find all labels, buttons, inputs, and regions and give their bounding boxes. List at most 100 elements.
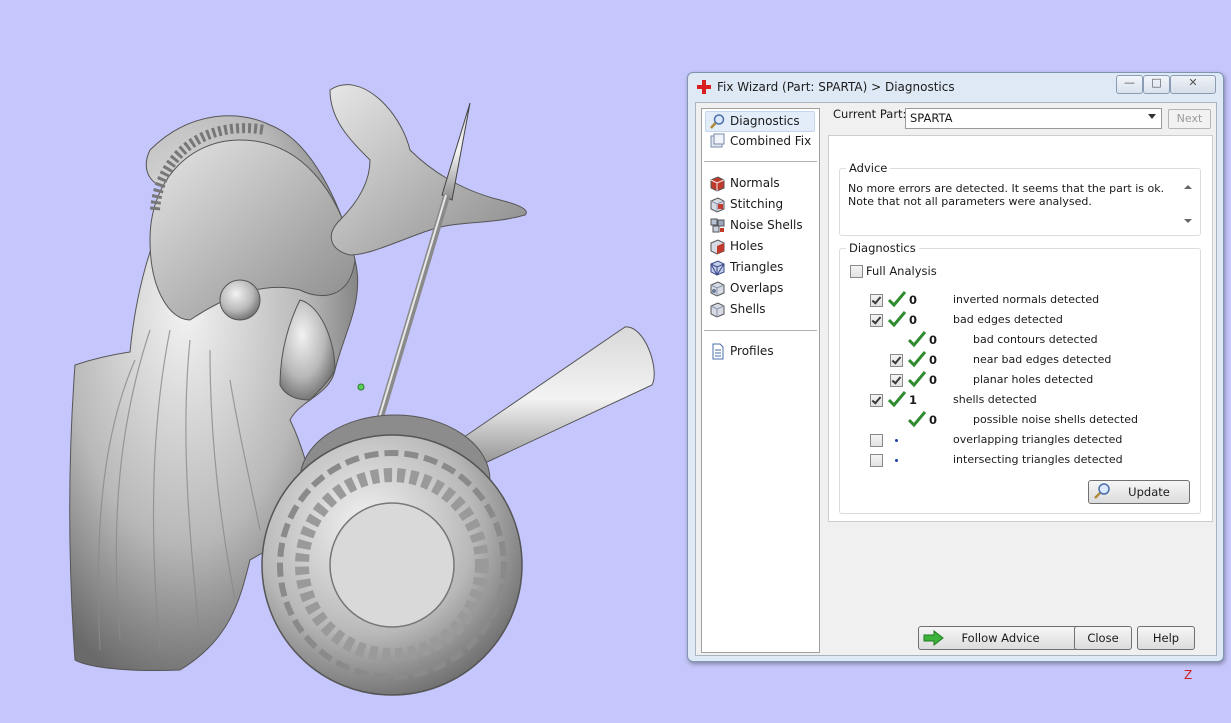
- stitching-cube-icon: [710, 197, 725, 213]
- nav-item-holes[interactable]: Holes: [706, 237, 814, 256]
- maximize-button[interactable]: □: [1143, 75, 1170, 94]
- nav-item-noise-shells[interactable]: Noise Shells: [706, 216, 814, 235]
- diagnostic-label: bad contours detected: [973, 333, 1098, 346]
- diagnostic-count: 0: [929, 353, 938, 367]
- nav-item-profiles[interactable]: Profiles: [706, 342, 814, 361]
- triangles-cube-icon: [710, 260, 725, 276]
- holes-cube-icon: [710, 239, 725, 255]
- diagnostic-count: 0: [929, 413, 938, 427]
- close-icon: ✕: [1188, 76, 1198, 89]
- nav-label: Noise Shells: [730, 218, 803, 232]
- diagnostic-checkbox[interactable]: [890, 374, 903, 387]
- follow-advice-label: Follow Advice: [961, 631, 1040, 645]
- document-icon: [712, 343, 724, 360]
- diagnostic-row: 0 bad contours detected: [840, 331, 1200, 348]
- diagnostic-count: 1: [909, 393, 918, 407]
- nav-item-normals[interactable]: Normals: [706, 174, 814, 193]
- diagnostic-row: 1 shells detected: [840, 391, 1200, 408]
- diagnostics-group: Diagnostics Full Analysis 0 inverted norm…: [839, 241, 1201, 514]
- current-part-label: Current Part:: [833, 107, 907, 121]
- scroll-up-icon[interactable]: [1184, 185, 1192, 189]
- diagnostic-label: inverted normals detected: [953, 293, 1100, 306]
- diagnostic-label: intersecting triangles detected: [953, 453, 1123, 466]
- nav-label: Triangles: [730, 260, 784, 274]
- diagnostic-checkbox[interactable]: [870, 394, 883, 407]
- advice-text: No more errors are detected. It seems th…: [848, 182, 1165, 208]
- nav-item-triangles[interactable]: Triangles: [706, 258, 814, 277]
- update-label: Update: [1128, 485, 1170, 499]
- nav-item-overlaps[interactable]: Overlaps: [706, 279, 814, 298]
- wizard-nav-list: Diagnostics Combined Fix Normals Stitchi…: [701, 108, 820, 653]
- diagnostics-title: Diagnostics: [846, 241, 919, 255]
- scroll-down-icon[interactable]: [1184, 219, 1192, 223]
- diagnostic-row: 0 bad edges detected: [840, 311, 1200, 328]
- diagnostic-row: intersecting triangles detected: [840, 452, 1200, 468]
- pending-dot-icon: [895, 459, 898, 462]
- nav-item-stitching[interactable]: Stitching: [706, 195, 814, 214]
- nav-label: Diagnostics: [730, 114, 800, 128]
- diagnostic-checkbox[interactable]: [890, 354, 903, 367]
- diagnostic-row: 0 near bad edges detected: [840, 351, 1200, 368]
- green-check-icon: [908, 371, 926, 388]
- overlaps-cube-icon: [710, 281, 725, 297]
- help-button[interactable]: Help: [1137, 626, 1195, 650]
- green-check-icon: [908, 411, 926, 428]
- diagnostic-checkbox[interactable]: [870, 434, 883, 447]
- advice-scrollbar[interactable]: [1182, 181, 1194, 227]
- diagnostic-checkbox[interactable]: [870, 294, 883, 307]
- current-part-select[interactable]: SPARTA: [905, 108, 1162, 129]
- diagnostic-checkbox[interactable]: [870, 314, 883, 327]
- update-button[interactable]: Update: [1088, 480, 1190, 504]
- normals-cube-icon: [710, 176, 725, 192]
- full-analysis-row[interactable]: Full Analysis: [840, 263, 1200, 279]
- combined-fix-icon: [710, 133, 725, 148]
- current-part-value: SPARTA: [910, 111, 953, 125]
- diagnostic-label: possible noise shells detected: [973, 413, 1139, 426]
- nav-item-shells[interactable]: Shells: [706, 300, 814, 319]
- diagnostic-count: 0: [929, 373, 938, 387]
- red-cross-icon: [697, 80, 711, 94]
- pending-dot-icon: [895, 439, 898, 442]
- green-check-icon: [908, 331, 926, 348]
- window-title: Fix Wizard (Part: SPARTA) > Diagnostics: [717, 80, 955, 94]
- nav-item-combined-fix[interactable]: Combined Fix: [706, 132, 814, 151]
- minimize-button[interactable]: —: [1116, 75, 1143, 94]
- noise-shells-icon: [710, 218, 725, 233]
- close-label: Close: [1087, 631, 1119, 645]
- nav-label: Shells: [730, 302, 766, 316]
- title-bar[interactable]: Fix Wizard (Part: SPARTA) > Diagnostics …: [688, 73, 1223, 101]
- diagnostic-checkbox[interactable]: [870, 454, 883, 467]
- nav-separator: [704, 330, 817, 331]
- chevron-down-icon: [1148, 114, 1156, 119]
- advice-title: Advice: [846, 161, 891, 175]
- diagnostic-count: 0: [929, 333, 938, 347]
- nav-label: Normals: [730, 176, 780, 190]
- axis-z-label: Z: [1184, 668, 1193, 682]
- diagnostic-row: overlapping triangles detected: [840, 432, 1200, 448]
- close-window-button[interactable]: ✕: [1170, 75, 1216, 94]
- fix-wizard-window[interactable]: Fix Wizard (Part: SPARTA) > Diagnostics …: [687, 72, 1224, 662]
- nav-separator: [704, 161, 817, 162]
- minimize-icon: —: [1124, 76, 1135, 89]
- green-check-icon: [888, 391, 906, 408]
- nav-item-diagnostics[interactable]: Diagnostics: [705, 111, 815, 132]
- diagnostic-label: overlapping triangles detected: [953, 433, 1123, 446]
- help-label: Help: [1152, 631, 1180, 645]
- diagnostic-count: 0: [909, 313, 918, 327]
- shells-cube-icon: [710, 302, 725, 318]
- follow-advice-button[interactable]: Follow Advice: [918, 626, 1083, 650]
- full-analysis-label: Full Analysis: [866, 264, 937, 278]
- diagnostic-row: 0 inverted normals detected: [840, 291, 1200, 308]
- diagnostics-panel: Advice No more errors are detected. It s…: [828, 135, 1213, 522]
- diagnostic-label: planar holes detected: [973, 373, 1094, 386]
- diagnostic-label: near bad edges detected: [973, 353, 1112, 366]
- wizard-client-area: Diagnostics Combined Fix Normals Stitchi…: [695, 102, 1217, 656]
- nav-label: Stitching: [730, 197, 784, 211]
- green-check-icon: [888, 291, 906, 308]
- next-button[interactable]: Next: [1168, 109, 1211, 129]
- magnifier-icon: [710, 114, 725, 129]
- nav-label: Combined Fix: [730, 134, 812, 148]
- advice-group: Advice No more errors are detected. It s…: [839, 161, 1201, 236]
- close-button[interactable]: Close: [1074, 626, 1132, 650]
- full-analysis-checkbox[interactable]: [850, 265, 863, 278]
